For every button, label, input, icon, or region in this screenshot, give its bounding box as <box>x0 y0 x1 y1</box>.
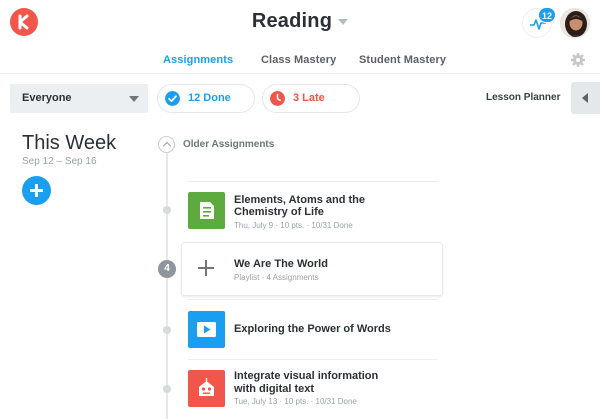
list-divider <box>188 299 438 300</box>
tab-bar: Assignments Class Mastery Student Master… <box>0 50 600 72</box>
tab-assignments[interactable]: Assignments <box>163 54 233 66</box>
assignment-title: Elements, Atoms and the <box>234 194 366 206</box>
audience-select-value: Everyone <box>22 92 72 104</box>
list-divider <box>188 181 438 182</box>
done-count-label: 12 Done <box>188 92 231 104</box>
page-title-dropdown[interactable]: Reading <box>0 10 600 33</box>
plus-icon <box>198 260 214 276</box>
late-count-label: 3 Late <box>293 92 325 104</box>
clock-icon <box>270 91 285 106</box>
chevron-left-icon <box>582 93 588 103</box>
user-avatar[interactable] <box>560 8 590 38</box>
playlist-title: We Are The World <box>234 258 328 270</box>
assignment-meta: Thu, July 9 · 10 pts. · 10/31 Done <box>234 221 353 230</box>
app-header: Reading 12 <box>0 0 600 46</box>
check-circle-icon <box>165 91 180 106</box>
assignment-item[interactable]: Exploring the Power of Words <box>188 311 438 348</box>
panel-toggle-button[interactable] <box>571 82 600 114</box>
chevron-down-icon <box>129 96 139 102</box>
tab-class-mastery[interactable]: Class Mastery <box>261 54 336 66</box>
notification-badge: 12 <box>538 7 557 23</box>
audience-select[interactable]: Everyone <box>10 84 148 113</box>
older-assignments-link[interactable]: Older Assignments <box>183 139 274 150</box>
assignment-title-line2: with digital text <box>234 382 315 395</box>
video-play-icon <box>188 311 225 348</box>
tab-student-mastery[interactable]: Student Mastery <box>359 54 446 66</box>
playlist-count-badge: 4 <box>158 260 176 278</box>
late-filter-button[interactable]: 3 Late <box>262 84 360 113</box>
timeline-line <box>166 152 168 419</box>
settings-gear-icon[interactable] <box>570 52 586 68</box>
document-icon <box>188 192 225 229</box>
timeline-dot <box>163 326 171 334</box>
assignment-title: Exploring the Power of Words <box>234 323 391 335</box>
timeline-dot <box>163 206 171 214</box>
lesson-planner-link[interactable]: Lesson Planner <box>486 92 560 103</box>
header-divider <box>0 73 600 74</box>
list-divider <box>188 359 438 360</box>
robot-icon <box>188 370 225 407</box>
page-title: Reading <box>251 10 333 32</box>
chevron-down-icon <box>338 18 349 25</box>
week-date-range: Sep 12 – Sep 16 <box>22 156 97 167</box>
playlist-card[interactable]: We Are The World Playlist · 4 Assignment… <box>181 242 443 296</box>
assignment-item[interactable]: Elements, Atoms and the Chemistry of Lif… <box>188 192 438 232</box>
week-heading: This Week <box>22 132 117 154</box>
playlist-meta: Playlist · 4 Assignments <box>234 273 319 282</box>
assignment-item[interactable]: Integrate visual information with digita… <box>188 370 438 410</box>
timeline-dot <box>163 385 171 393</box>
assignment-meta: Tue, July 13 · 10 pts. · 10/31 Done <box>234 397 357 406</box>
assignment-title: Integrate visual information <box>234 370 379 382</box>
assignment-title-line2: Chemistry of Life <box>234 206 324 218</box>
chevron-up-icon[interactable] <box>158 136 175 153</box>
add-assignment-button[interactable] <box>22 176 51 205</box>
done-filter-button[interactable]: 12 Done <box>157 84 255 113</box>
